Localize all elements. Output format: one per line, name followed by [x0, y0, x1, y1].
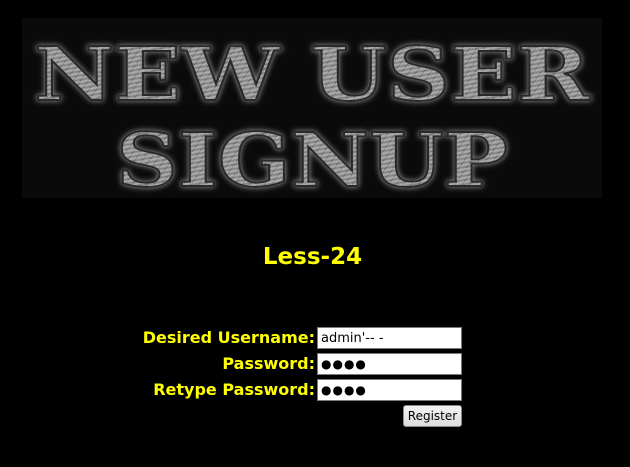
- new-user-signup-banner: NEW USER SIGNUP: [22, 18, 602, 198]
- username-input[interactable]: [317, 327, 462, 349]
- password-row: Password: ●●●●: [0, 353, 630, 375]
- retype-password-label: Retype Password:: [153, 380, 315, 399]
- retype-password-row: Retype Password: ●●●●: [0, 379, 630, 401]
- signup-page: NEW USER SIGNUP Less-24 Desired Username…: [0, 0, 630, 467]
- username-label: Desired Username:: [142, 328, 315, 347]
- lesson-title: Less-24: [262, 244, 363, 270]
- retype-password-input[interactable]: ●●●●: [317, 379, 462, 401]
- banner-line1: NEW USER: [34, 32, 591, 118]
- register-button[interactable]: Register: [403, 405, 462, 427]
- username-row: Desired Username:: [0, 327, 630, 349]
- password-label: Password:: [222, 354, 315, 373]
- banner-graphic: NEW USER SIGNUP: [33, 31, 592, 198]
- password-input[interactable]: ●●●●: [317, 353, 462, 375]
- banner-line2: SIGNUP: [116, 118, 508, 198]
